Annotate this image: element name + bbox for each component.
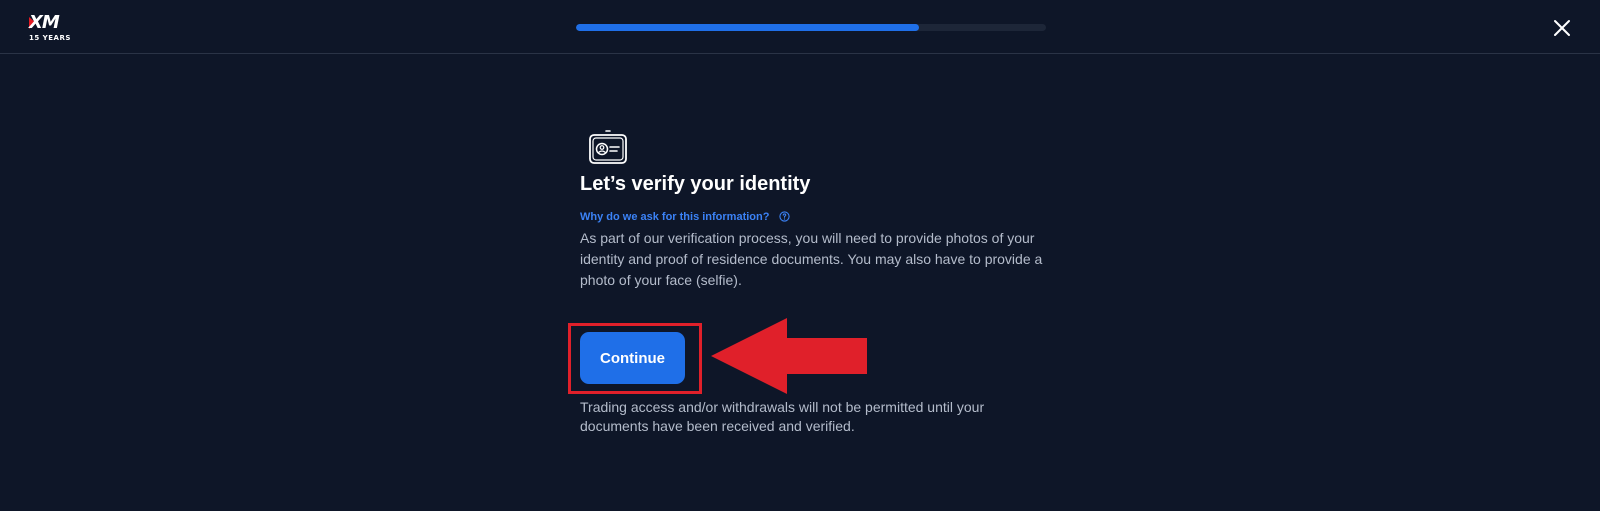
progress-bar: [576, 24, 1046, 31]
close-icon: [1554, 20, 1570, 36]
notice-text: Trading access and/or withdrawals will n…: [580, 399, 985, 434]
id-card-icon: [589, 130, 627, 164]
logo-subtext: 15 YEARS: [29, 34, 71, 42]
continue-button[interactable]: Continue: [580, 332, 685, 384]
description-text: As part of our verification process, you…: [580, 230, 1043, 288]
verification-screen: XM 15 YEARS Let’s verify your identity W…: [0, 0, 1600, 511]
why-info-link-label: Why do we ask for this information?: [580, 211, 770, 223]
xm-logo: XM 15 YEARS: [29, 14, 71, 42]
arrow-left-icon: [711, 318, 867, 394]
close-button[interactable]: [1552, 18, 1572, 38]
help-circle-icon: [778, 211, 790, 222]
why-info-link[interactable]: Why do we ask for this information?: [580, 210, 790, 224]
logo-mark: XM: [29, 12, 60, 33]
page-title: Let’s verify your identity: [580, 173, 811, 195]
top-bar: XM 15 YEARS: [0, 0, 1600, 54]
progress-fill: [576, 24, 920, 31]
